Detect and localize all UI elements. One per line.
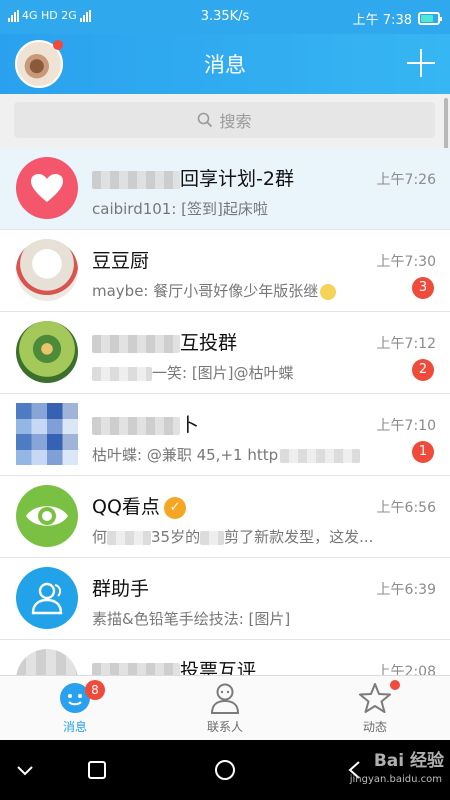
obscured-text [92,662,180,675]
conversation-row[interactable]: 回享计划-2群 caibird101: [签到]起床啦 上午7:26 [0,148,450,230]
status-bar: 4G HD 2G 3.35K/s 上午 7:38 [0,0,450,34]
add-button[interactable] [404,46,438,80]
conversation-name: 群助手 [92,578,150,600]
recent-apps-button[interactable] [85,758,109,782]
chevron-down-icon[interactable] [13,758,37,782]
dog-photo [16,239,78,301]
obscured-text [280,448,361,463]
tab-label: 动态 [362,720,387,734]
yoga-photo [16,321,78,383]
emoji-icon [320,283,337,300]
conversation-preview: caibird101: [签到]起床啦 [92,200,268,218]
obscured-photo [16,649,78,675]
notification-dot [390,680,400,690]
conversation-time: 上午2:08 [376,664,436,675]
tab-feed[interactable]: 动态 [300,676,450,741]
obscured-text [92,170,180,189]
conversation-row[interactable]: 豆豆厨 maybe: 餐厅小哥好像少年版张继 上午7:30 3 [0,230,450,312]
watermark-logo: Bai 经验 [373,751,444,771]
obscured-text [92,366,152,381]
unread-badge: 3 [412,277,434,299]
conversation-row[interactable]: 群助手 素描&色铅笔手绘技法: [图片] 上午6:39 [0,558,450,640]
conversation-row[interactable]: 投票互评 上午2:08 [0,640,450,675]
obscured-text [92,334,180,353]
tab-label: 联系人 [206,720,243,734]
home-button[interactable] [213,758,237,782]
conversation-name: 卜 [92,410,199,437]
conversation-preview: 何 35岁的 剪了新款发型，这发... [92,528,374,546]
battery-icon [418,12,442,25]
mosaic-photo [16,403,78,465]
tab-messages[interactable]: 8 消息 [0,676,150,741]
search-area: 搜索 [0,94,450,148]
conversation-list: 回享计划-2群 caibird101: [签到]起床啦 上午7:26 豆豆厨 m… [0,148,450,675]
conversation-time: 上午6:56 [376,500,436,516]
obscured-text [200,530,225,545]
header-bar: 消息 [0,34,450,94]
conversation-row[interactable]: 卜 枯叶蝶: @兼职 45,+1 http 上午7:10 1 [0,394,450,476]
group-helper-icon [16,567,78,629]
watermark-url: jingyan.baidu.com [349,774,442,785]
star-icon [359,682,391,714]
conversation-time: 上午6:39 [376,582,436,598]
conversation-time: 上午7:10 [376,418,436,434]
conversation-name: 投票互评 [92,656,256,675]
conversation-time: 上午7:30 [376,254,436,270]
conversation-name: 互投群 [92,328,237,355]
tab-contacts[interactable]: 联系人 [150,676,300,741]
conversation-time: 上午7:26 [376,172,436,188]
verified-icon: ✓ [163,496,186,519]
eye-icon [16,485,78,547]
tab-bar: 8 消息 联系人 动态 [0,675,450,740]
obscured-text [92,416,180,435]
conversation-row[interactable]: QQ看点 ✓ 何 35岁的 剪了新款发型，这发... 上午6:56 [0,476,450,558]
contacts-icon [209,682,241,714]
heart-icon [16,157,78,219]
conversation-preview: maybe: 餐厅小哥好像少年版张继 [92,280,392,301]
search-icon [197,112,213,128]
tab-label: 消息 [62,720,87,734]
obscured-text [107,530,152,545]
conversation-preview: 一笑: [图片]@枯叶蝶 [92,362,402,383]
conversation-preview: 枯叶蝶: @兼职 45,+1 http [92,444,402,465]
conversation-time: 上午7:12 [376,336,436,352]
search-input[interactable]: 搜索 [14,102,435,138]
system-nav-bar: Bai 经验 jingyan.baidu.com [0,740,450,800]
conversation-name: QQ看点 ✓ [92,492,186,519]
unread-badge: 2 [412,359,434,381]
unread-badge: 1 [412,441,434,463]
search-placeholder: 搜索 [219,112,252,131]
status-time: 上午 7:38 [352,13,412,28]
conversation-preview: 素描&色铅笔手绘技法: [图片] [92,610,291,628]
page-title: 消息 [204,53,246,77]
conversation-name: 回享计划-2群 [92,164,294,191]
unread-badge: 8 [85,680,105,700]
conversation-name: 豆豆厨 [92,250,150,272]
conversation-row[interactable]: 互投群 一笑: [图片]@枯叶蝶 上午7:12 2 [0,312,450,394]
